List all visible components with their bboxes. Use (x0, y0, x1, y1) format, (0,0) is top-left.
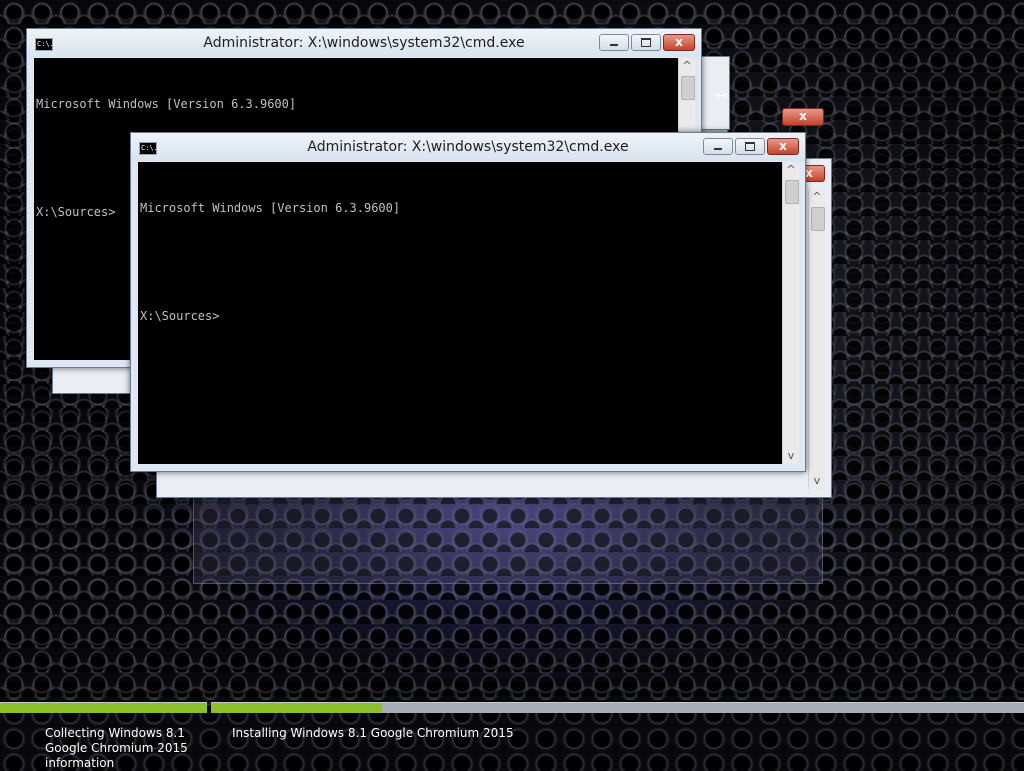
ghost-window-frame (193, 496, 823, 584)
cmd-window-front[interactable]: C:\. Administrator: X:\windows\system32\… (130, 132, 806, 472)
console-line: Microsoft Windows [Version 6.3.9600] (36, 97, 297, 111)
maximize-button[interactable] (631, 34, 661, 51)
trail-close-button-2: x (782, 108, 824, 126)
title-bar[interactable]: C:\. Administrator: X:\windows\system32\… (27, 29, 701, 57)
console-output[interactable]: Microsoft Windows [Version 6.3.9600] X:\… (138, 162, 783, 464)
step-label-collecting: Collecting Windows 8.1 Google Chromium 2… (45, 726, 188, 770)
step-progress-bar (211, 702, 1024, 713)
step-progress-bar (0, 702, 207, 713)
chevron-up-icon: ^ (812, 190, 822, 203)
console-line: Microsoft Windows [Version 6.3.9600] (140, 201, 401, 215)
minimize-button[interactable] (703, 138, 733, 155)
chevron-up-icon[interactable]: ^ (783, 162, 799, 178)
chevron-down-icon[interactable]: v (783, 448, 799, 464)
console-prompt: X:\Sources> (140, 309, 220, 323)
step-progress-fill (0, 703, 207, 713)
chevron-down-icon: v (813, 474, 821, 487)
maximize-button[interactable] (735, 138, 765, 155)
close-button[interactable]: x (767, 138, 799, 155)
trail-scrollbar: ^ v (808, 189, 825, 489)
step-progress-fill (211, 703, 382, 713)
chevron-up-icon[interactable]: ^ (679, 58, 695, 74)
scroll-thumb (811, 207, 825, 231)
setup-progress (0, 702, 1024, 713)
vertical-scrollbar[interactable]: ^ v (782, 162, 799, 464)
step-label-installing: Installing Windows 8.1 Google Chromium 2… (232, 726, 514, 740)
close-button[interactable]: x (663, 34, 695, 51)
scroll-thumb[interactable] (785, 180, 799, 204)
minimize-button[interactable] (599, 34, 629, 51)
title-bar[interactable]: C:\. Administrator: X:\windows\system32\… (131, 133, 805, 161)
resize-cursor-icon: ↔ (716, 88, 728, 104)
scroll-thumb[interactable] (681, 76, 695, 100)
